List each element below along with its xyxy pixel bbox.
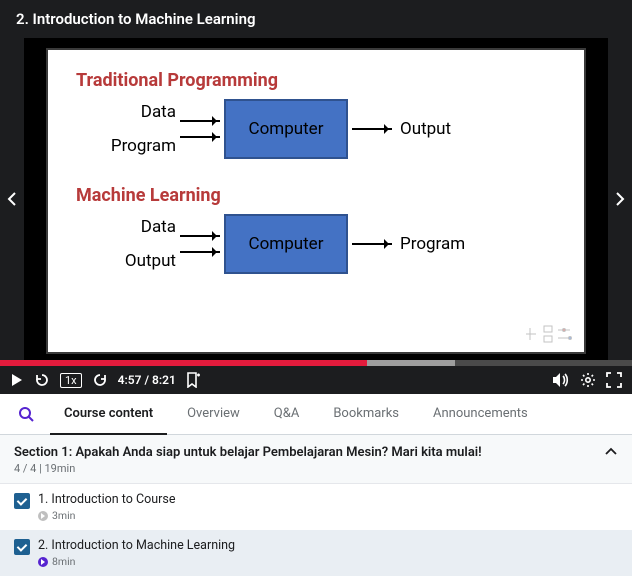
- tab-qa[interactable]: Q&A: [260, 393, 314, 435]
- arrow-icon: [180, 235, 220, 237]
- diagram-label: Output: [400, 119, 451, 139]
- slide-watermark: [524, 322, 574, 346]
- diagram-row-1: Data Program Computer Output: [76, 99, 556, 159]
- current-time: 4:57: [118, 373, 142, 387]
- lesson-duration: 8min: [52, 555, 75, 568]
- arrow-icon: [180, 120, 220, 122]
- slide-content: Traditional Programming Data Program Com…: [46, 48, 586, 354]
- lesson-duration: 3min: [52, 509, 75, 522]
- rewind-icon: [34, 372, 50, 388]
- chevron-left-icon: [7, 192, 17, 206]
- section-collapse-button[interactable]: [604, 445, 618, 459]
- lesson-row[interactable]: 1. Introduction to Course 3min: [0, 484, 632, 530]
- chevron-right-icon: [615, 192, 625, 206]
- fullscreen-button[interactable]: [606, 372, 622, 388]
- lesson-row[interactable]: 2. Introduction to Machine Learning 8min: [0, 530, 632, 576]
- below-video-panel: Course content Overview Q&A Bookmarks An…: [0, 394, 632, 581]
- video-area: Traditional Programming Data Program Com…: [0, 38, 632, 360]
- section-header[interactable]: Section 1: Apakah Anda siap untuk belaja…: [0, 435, 632, 484]
- course-player-app: { "header": { "lecture_title": "2. Intro…: [0, 0, 632, 581]
- play-button[interactable]: [10, 373, 24, 387]
- bookmark-plus-icon: [186, 372, 200, 388]
- video-stage[interactable]: Traditional Programming Data Program Com…: [24, 38, 608, 360]
- play-indicator-icon: [38, 511, 48, 521]
- diagram-label: Data: [141, 102, 176, 122]
- play-indicator-icon: [38, 557, 48, 567]
- fullscreen-icon: [606, 372, 622, 388]
- diagram-box: Computer: [224, 214, 348, 274]
- diagram-row-2: Data Output Computer Program: [76, 214, 556, 274]
- play-icon: [10, 373, 24, 387]
- search-icon: [18, 406, 34, 422]
- arrow-icon: [180, 136, 220, 138]
- diagram-box: Computer: [224, 99, 348, 159]
- lesson-checkbox[interactable]: [14, 493, 30, 509]
- tab-bookmarks[interactable]: Bookmarks: [319, 393, 413, 435]
- section-meta: 4 / 4 | 19min: [14, 462, 482, 475]
- duration: 8:21: [152, 373, 176, 387]
- diagram-label: Data: [141, 217, 176, 237]
- video-controls: 1x 4:57 / 8:21: [0, 366, 632, 394]
- diagram-label: Output: [125, 251, 176, 271]
- search-button[interactable]: [8, 406, 44, 422]
- slide-heading-2: Machine Learning: [76, 185, 556, 206]
- volume-button[interactable]: [552, 372, 570, 388]
- lecture-title-bar: 2. Introduction to Machine Learning: [0, 0, 632, 38]
- gear-icon: [580, 372, 596, 388]
- lesson-title: 2. Introduction to Machine Learning: [38, 538, 235, 553]
- tab-announcements[interactable]: Announcements: [419, 393, 542, 435]
- time-display: 4:57 / 8:21: [118, 373, 176, 387]
- next-lecture-button[interactable]: [608, 38, 632, 360]
- playback-rate-button[interactable]: 1x: [60, 373, 82, 388]
- forward-button[interactable]: [92, 372, 108, 388]
- section-title: Section 1: Apakah Anda siap untuk belaja…: [14, 445, 482, 460]
- tabs-bar: Course content Overview Q&A Bookmarks An…: [0, 394, 632, 435]
- diagram-label: Program: [400, 234, 465, 254]
- lesson-checkbox[interactable]: [14, 539, 30, 555]
- forward-icon: [92, 372, 108, 388]
- lecture-title: 2. Introduction to Machine Learning: [16, 10, 255, 28]
- diagram-label: Program: [111, 136, 176, 156]
- chevron-up-icon: [604, 445, 618, 459]
- rewind-button[interactable]: [34, 372, 50, 388]
- arrow-icon: [180, 251, 220, 253]
- settings-button[interactable]: [580, 372, 596, 388]
- arrow-icon: [352, 243, 392, 245]
- prev-lecture-button[interactable]: [0, 38, 24, 360]
- lesson-title: 1. Introduction to Course: [38, 492, 175, 507]
- volume-icon: [552, 372, 570, 388]
- slide-heading-1: Traditional Programming: [76, 70, 556, 91]
- tab-overview[interactable]: Overview: [173, 393, 254, 435]
- tab-course-content[interactable]: Course content: [50, 393, 167, 435]
- arrow-icon: [352, 128, 392, 130]
- add-bookmark-button[interactable]: [186, 372, 200, 388]
